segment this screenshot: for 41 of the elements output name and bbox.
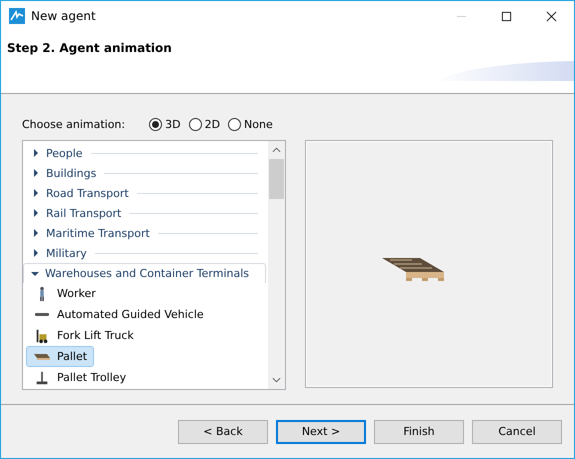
dialog-button[interactable]: Cancel (472, 420, 562, 444)
category-row[interactable]: People (23, 143, 266, 163)
category-row[interactable]: Rail Transport (23, 203, 266, 223)
expand-arrow-icon[interactable] (34, 229, 38, 237)
animation-label: Choose animation: (22, 118, 126, 130)
dialog-button[interactable]: Finish (374, 420, 464, 444)
animation-item[interactable]: Worker (26, 283, 103, 304)
app-logo-icon (9, 8, 25, 24)
expand-arrow-icon[interactable] (34, 209, 38, 217)
forklift-icon (34, 328, 50, 344)
pallet-icon (34, 354, 50, 360)
animation-item[interactable]: Fork Lift Truck (26, 325, 141, 346)
category-row[interactable]: Maritime Transport (23, 223, 266, 243)
step-title: Step 2. Agent animation (7, 41, 172, 55)
category-row[interactable]: Military (23, 243, 266, 263)
scroll-up-icon[interactable] (272, 147, 281, 153)
dialog-button[interactable]: < Back (178, 420, 268, 444)
expand-arrow-icon[interactable] (34, 189, 38, 197)
scrollbar[interactable] (268, 141, 285, 389)
close-icon[interactable] (546, 10, 557, 22)
animation-radio[interactable]: None (228, 118, 273, 130)
category-row[interactable]: Warehouses and Container Terminals (23, 263, 266, 283)
animation-item[interactable]: Pallet Trolley (26, 367, 134, 388)
dialog-button[interactable]: Next > (276, 420, 366, 444)
animation-radio[interactable]: 3D (149, 118, 181, 130)
expand-arrow-icon[interactable] (34, 249, 38, 257)
expand-arrow-icon[interactable] (34, 169, 38, 177)
scroll-down-icon[interactable] (272, 377, 281, 383)
animation-radio[interactable]: 2D (188, 118, 220, 130)
vehicle-icon (35, 313, 49, 316)
expand-arrow-icon[interactable] (34, 149, 38, 157)
trolley-icon (34, 370, 50, 386)
animation-item[interactable]: Pallet (26, 346, 94, 367)
window-title: New agent (31, 9, 96, 23)
category-row[interactable]: Buildings (23, 163, 266, 183)
maximize-icon[interactable] (501, 10, 512, 22)
pallet-preview-drawing (382, 256, 446, 282)
animation-item[interactable]: Automated Guided Vehicle (26, 304, 211, 325)
collapse-arrow-icon[interactable] (31, 272, 39, 276)
scrollbar-thumb[interactable] (268, 159, 284, 199)
category-row[interactable]: Road Transport (23, 183, 266, 203)
